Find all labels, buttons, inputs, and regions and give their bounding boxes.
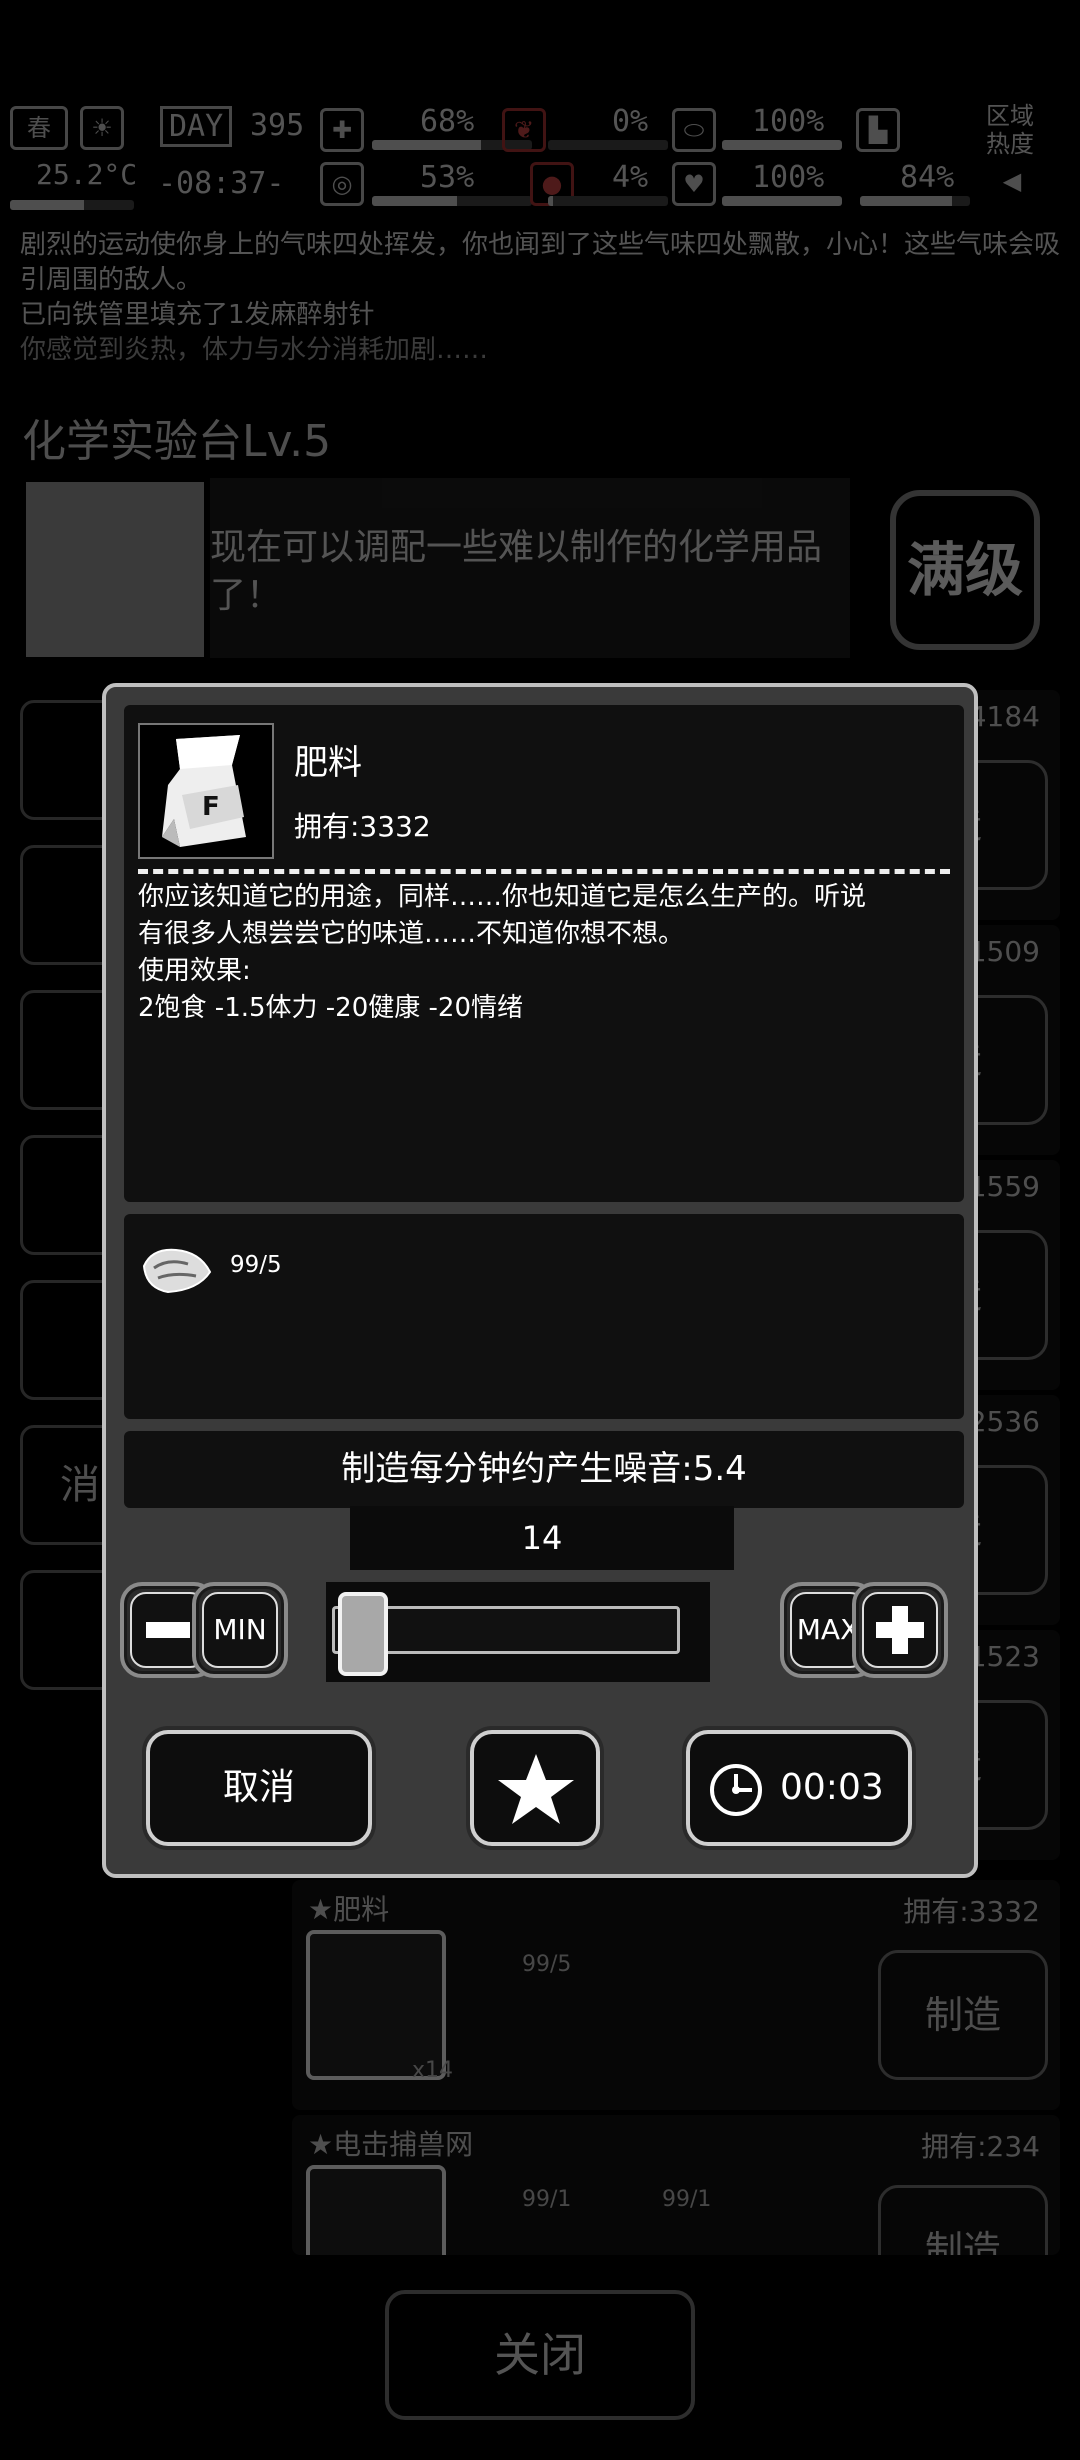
status-bar: 春 ☀ 25.2°C DAY 395 -08:37- ✚ ◎ 68% 53% ❦… (0, 100, 1080, 218)
item-name: 肥料 (294, 743, 362, 783)
temperature-readout: 25.2°C (36, 158, 138, 191)
recipe-card-shock-net: ★电击捕兽网 拥有:234 99/1 99/1 制造 (292, 2115, 1060, 2255)
star-icon[interactable]: ★ (308, 1893, 333, 1926)
day-counter: 395 (250, 108, 305, 143)
recipe-owned: 拥有:234 (921, 2130, 1040, 2163)
item-owned: 拥有:3332 (294, 810, 431, 843)
log-line: 你感觉到炎热，体力与水分消耗加剧…… (20, 335, 489, 365)
description-line: 2饱食 -1.5体力 -20健康 -20情绪 (138, 993, 523, 1023)
bladder-icon: ⬭ (672, 108, 716, 152)
star-icon (498, 1754, 574, 1824)
day-label: DAY (160, 106, 233, 147)
quantity-slider[interactable] (326, 1582, 710, 1682)
quantity-display[interactable]: 14 (350, 1506, 734, 1570)
log-line: 已向铁管里填充了1发麻醉射针 (20, 300, 375, 330)
stomach-icon: ❦ (502, 108, 546, 152)
make-button[interactable]: 制造 (878, 1950, 1048, 2080)
temperature-bar (10, 200, 134, 210)
make-button[interactable]: 制造 (878, 2185, 1048, 2255)
region-heat-label: 区域热度 (986, 102, 1034, 158)
net-thumb (306, 2165, 446, 2255)
clock-readout: -08:37- (158, 166, 285, 201)
divider (138, 869, 950, 874)
recipe-name: ★肥料 (308, 1893, 390, 1926)
material-qty: 99/1 (662, 2187, 712, 2212)
star-icon[interactable]: ★ (308, 2128, 333, 2161)
stat4-pct: 4% (612, 160, 649, 195)
material-qty: 99/5 (230, 1252, 282, 1278)
workbench-description: 现在可以调配一些难以制作的化学用品了！ (210, 478, 850, 658)
workbench-image (26, 482, 204, 657)
boot-icon: ▙ (856, 108, 900, 152)
clock-icon (710, 1764, 762, 1816)
craft-timer-label: 00:03 (780, 1767, 884, 1808)
sun-icon: ☀ (80, 106, 124, 150)
svg-text:F: F (202, 792, 220, 822)
slider-handle[interactable] (338, 1592, 388, 1676)
health-pct: 68% (420, 104, 475, 139)
season-icon: 春 (10, 106, 68, 150)
stat6-pct: 100% (752, 160, 825, 195)
log-line: 剧烈的运动使你身上的气味四处挥发，你也闻到了这些气味四处飘散，小心！这些气味会吸… (20, 230, 1061, 295)
quantity-controls: MIN MAX (120, 1582, 968, 1690)
fertilizer-bag-icon: F (138, 723, 274, 859)
stat4-bar (548, 196, 668, 206)
close-button[interactable]: 关闭 (385, 2290, 695, 2420)
max-level-badge: 满级 (890, 490, 1040, 650)
recipe-owned: 拥有:3332 (903, 1895, 1040, 1928)
material-qty: 99/1 (522, 2187, 572, 2212)
increase-button[interactable] (852, 1582, 948, 1678)
min-button[interactable]: MIN (192, 1582, 288, 1678)
item-info-panel: F 肥料 拥有:3332 你应该知道它的用途，同样……你也知道它是怎么生产的。听… (124, 705, 964, 1202)
plus-icon (862, 1592, 938, 1668)
min-label: MIN (202, 1592, 278, 1668)
hunger-pct: 53% (420, 160, 475, 195)
stat3-pct: 0% (612, 104, 649, 139)
stamina-pct: 84% (900, 160, 955, 195)
recipe-card-fertilizer: ★肥料 拥有:3332 x14 99/5 制造 (292, 1880, 1060, 2110)
hunger-bar (372, 196, 532, 206)
description-line: 你应该知道它的用途，同样……你也知道它是怎么生产的。听说 (138, 882, 867, 912)
craft-timer-button[interactable]: 00:03 (686, 1730, 912, 1846)
speaker-icon[interactable]: ◀ (990, 162, 1034, 206)
noise-info: 制造每分钟约产生噪音:5.4 (124, 1431, 964, 1508)
stat3-bar (548, 140, 668, 150)
stat5-bar (722, 140, 842, 150)
brain-icon: ◎ (320, 162, 364, 206)
material-qty: 99/5 (522, 1952, 572, 1977)
stat6-bar (722, 196, 842, 206)
description-line: 使用效果: (138, 956, 251, 986)
cancel-button[interactable]: 取消 (146, 1730, 372, 1846)
heart-icon: ♥ (672, 162, 716, 206)
recipe-count: x14 (412, 2058, 454, 2083)
stat5-pct: 100% (752, 104, 825, 139)
meat-icon (138, 1242, 214, 1302)
message-log: 剧烈的运动使你身上的气味四处挥发，你也闻到了这些气味四处飘散，小心！这些气味会吸… (20, 228, 1060, 368)
stamina-bar (860, 196, 970, 206)
medkit-icon: ✚ (320, 108, 364, 152)
craft-dialog: F 肥料 拥有:3332 你应该知道它的用途，同样……你也知道它是怎么生产的。听… (102, 683, 978, 1878)
materials-panel: 99/5 (124, 1214, 964, 1419)
favorite-button[interactable] (470, 1730, 600, 1846)
workbench-title: 化学实验台Lv.5 (22, 416, 332, 467)
item-description: 你应该知道它的用途，同样……你也知道它是怎么生产的。听说 有很多人想尝尝它的味道… (138, 879, 950, 1027)
recipe-name: ★电击捕兽网 (308, 2128, 474, 2161)
dialog-actions: 取消 00:03 (106, 1730, 974, 1860)
description-line: 有很多人想尝尝它的味道……不知道你想不想。 (138, 919, 685, 949)
